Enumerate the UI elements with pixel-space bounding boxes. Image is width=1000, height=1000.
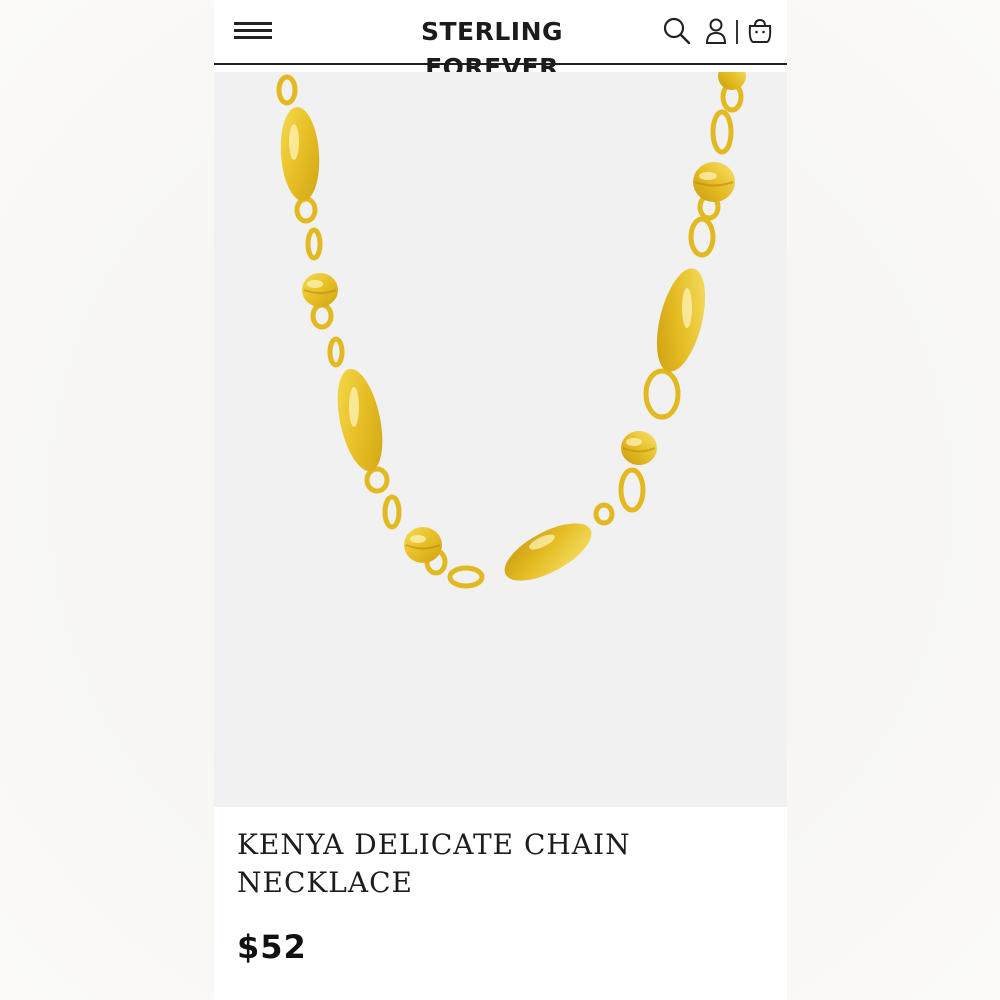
gold-chain-necklace-image xyxy=(276,72,746,589)
product-image[interactable] xyxy=(214,72,787,807)
account-icon[interactable] xyxy=(704,16,728,46)
product-price: $52 xyxy=(237,928,307,966)
bag-icon[interactable] xyxy=(747,16,773,46)
header-divider xyxy=(736,20,738,44)
phone-screen: STERLING FOREVER KENYA DELICATE CHAIN NE… xyxy=(214,0,787,1000)
site-header: STERLING FOREVER xyxy=(214,0,787,82)
menu-icon[interactable] xyxy=(234,22,272,42)
search-icon[interactable] xyxy=(662,16,692,46)
product-title: KENYA DELICATE CHAIN NECKLACE xyxy=(237,828,631,899)
